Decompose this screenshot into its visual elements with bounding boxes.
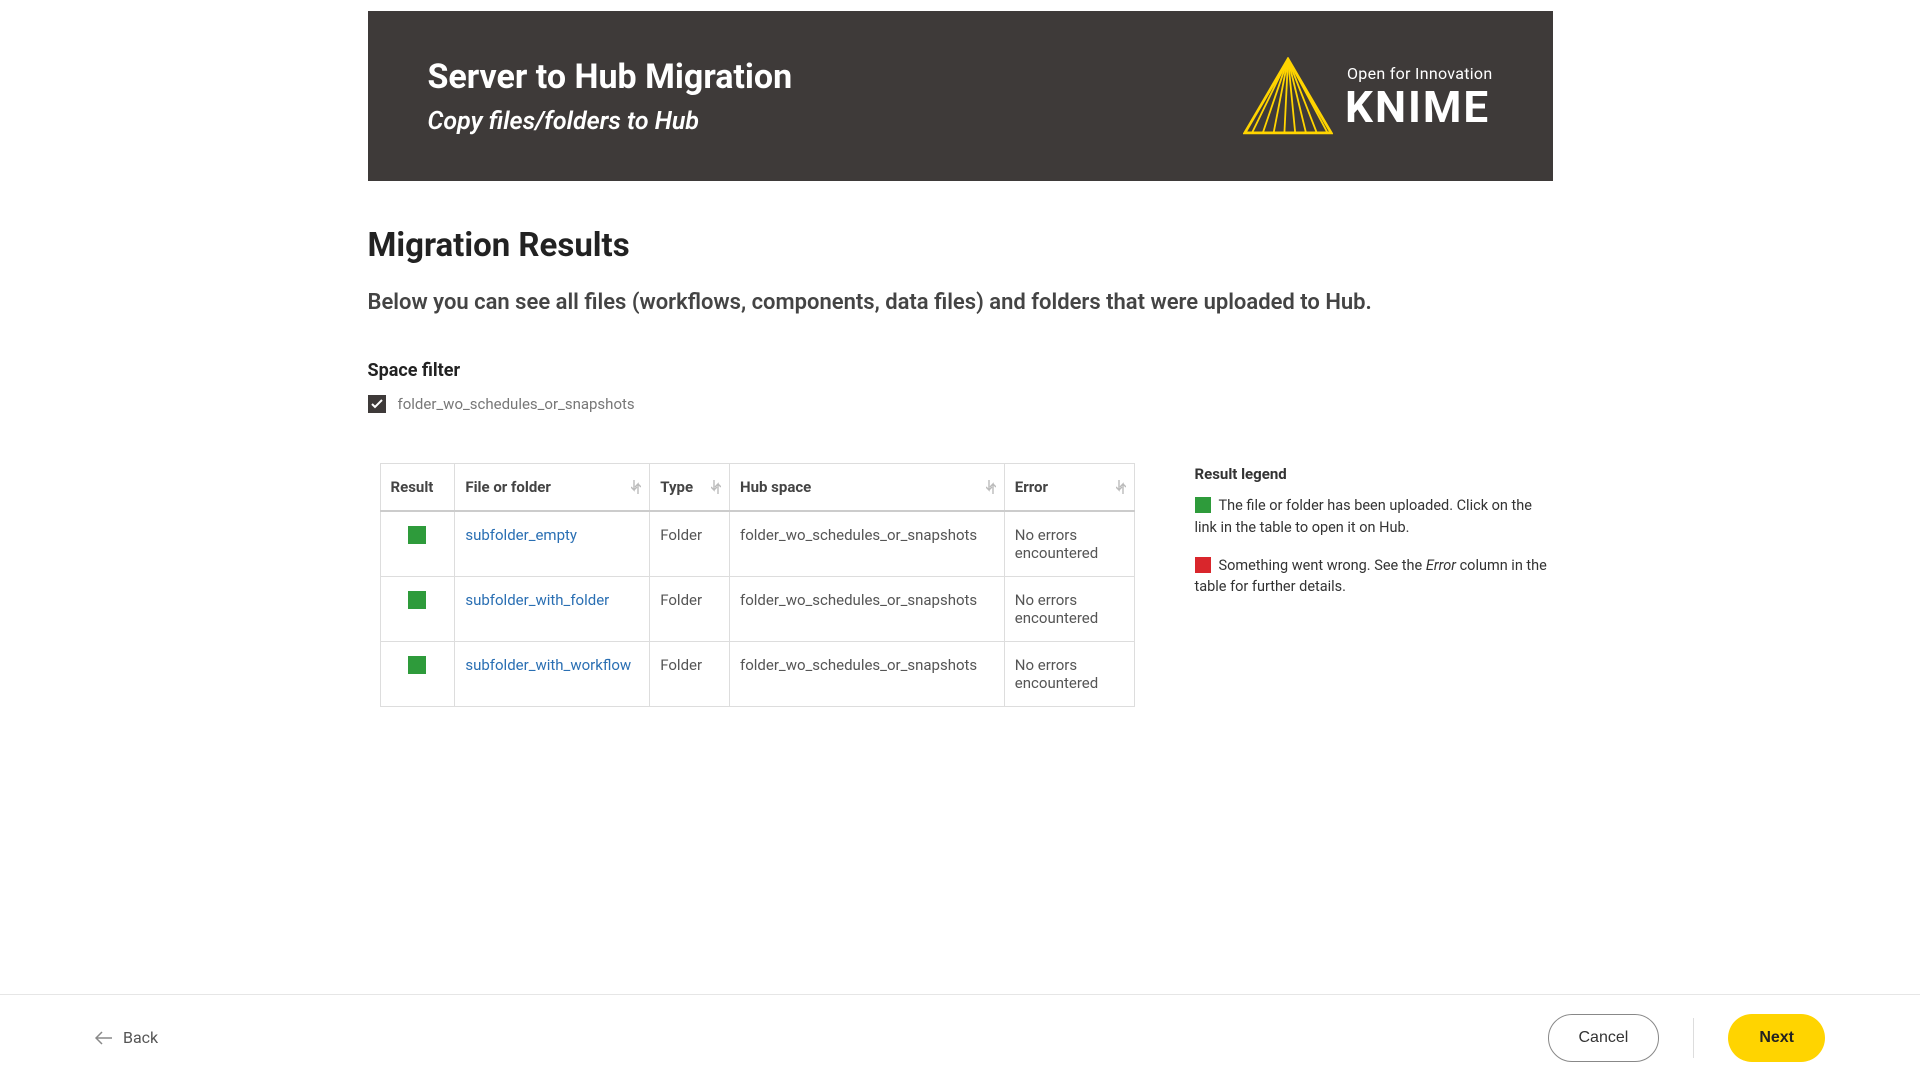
file-link[interactable]: subfolder_empty [465,526,577,544]
result-status-icon [408,526,426,544]
knime-tagline: Open for Innovation [1347,64,1493,83]
arrow-left-icon [95,1031,113,1045]
results-area: Result File or folder Type [368,463,1553,707]
knime-triangle-icon [1243,57,1333,135]
footer-divider [1693,1018,1694,1058]
cell-file: subfolder_empty [455,511,650,577]
legend-error-em: Error [1426,557,1456,574]
banner-text: Server to Hub Migration Copy files/folde… [428,57,793,136]
legend-error: Something went wrong. See the Error colu… [1195,555,1553,599]
cancel-button[interactable]: Cancel [1548,1014,1660,1062]
cell-file: subfolder_with_workflow [455,642,650,707]
cell-type: Folder [650,642,730,707]
result-status-icon [408,591,426,609]
result-status-icon [408,656,426,674]
page-title: Migration Results [368,226,1553,265]
col-error-label: Error [1015,478,1048,496]
next-button[interactable]: Next [1728,1014,1825,1062]
filter-option[interactable]: folder_wo_schedules_or_snapshots [368,395,1553,413]
banner-logo: Open for Innovation KNIME [1243,57,1493,135]
col-error[interactable]: Error [1004,464,1134,512]
banner-subtitle: Copy files/folders to Hub [428,107,793,136]
footer: Back Cancel Next [0,994,1920,1080]
knime-text: Open for Innovation KNIME [1345,64,1493,129]
cell-result [380,642,455,707]
col-result[interactable]: Result [380,464,455,512]
cell-type: Folder [650,577,730,642]
cell-error: No errors encountered [1004,511,1134,577]
cell-result [380,511,455,577]
sort-icon[interactable] [631,480,641,494]
col-space-label: Hub space [740,478,811,496]
main-section: Migration Results Below you can see all … [368,226,1553,707]
legend-success-text: The file or folder has been uploaded. Cl… [1195,497,1532,536]
col-space[interactable]: Hub space [730,464,1005,512]
cell-space: folder_wo_schedules_or_snapshots [730,511,1005,577]
knime-name: KNIME [1345,85,1493,129]
file-link[interactable]: subfolder_with_folder [465,591,609,609]
col-file[interactable]: File or folder [455,464,650,512]
banner: Server to Hub Migration Copy files/folde… [368,11,1553,181]
col-type[interactable]: Type [650,464,730,512]
col-result-label: Result [391,478,434,496]
legend-success: The file or folder has been uploaded. Cl… [1195,495,1553,539]
back-label: Back [123,1028,158,1047]
file-link[interactable]: subfolder_with_workflow [465,656,631,674]
results-table-wrap: Result File or folder Type [380,463,1135,707]
col-type-label: Type [660,478,693,496]
page-intro: Below you can see all files (workflows, … [368,290,1553,315]
footer-right: Cancel Next [1548,1014,1826,1062]
results-table: Result File or folder Type [380,463,1135,707]
sort-icon[interactable] [711,480,721,494]
filter-option-label: folder_wo_schedules_or_snapshots [398,395,635,413]
col-file-label: File or folder [465,478,551,496]
table-row: subfolder_with_folder Folderfolder_wo_sch… [380,577,1134,642]
cell-space: folder_wo_schedules_or_snapshots [730,642,1005,707]
sort-icon[interactable] [1116,480,1126,494]
error-square-icon [1195,557,1211,573]
banner-title: Server to Hub Migration [428,57,793,97]
cell-file: subfolder_with_folder [455,577,650,642]
content: Server to Hub Migration Copy files/folde… [368,11,1553,707]
cell-type: Folder [650,511,730,577]
checkbox-checked-icon[interactable] [368,395,386,413]
cell-space: folder_wo_schedules_or_snapshots [730,577,1005,642]
sort-icon[interactable] [986,480,996,494]
filter-title: Space filter [368,360,1553,381]
cell-error: No errors encountered [1004,577,1134,642]
table-row: subfolder_empty Folderfolder_wo_schedules… [380,511,1134,577]
cell-error: No errors encountered [1004,642,1134,707]
result-legend: Result legend The file or folder has bee… [1195,463,1553,614]
success-square-icon [1195,497,1211,513]
back-button[interactable]: Back [95,1028,158,1047]
table-row: subfolder_with_workflow Folderfolder_wo_s… [380,642,1134,707]
legend-title: Result legend [1195,465,1553,483]
main-scroll[interactable]: Server to Hub Migration Copy files/folde… [0,0,1920,1080]
legend-error-prefix: Something went wrong. See the [1219,557,1426,574]
cell-result [380,577,455,642]
